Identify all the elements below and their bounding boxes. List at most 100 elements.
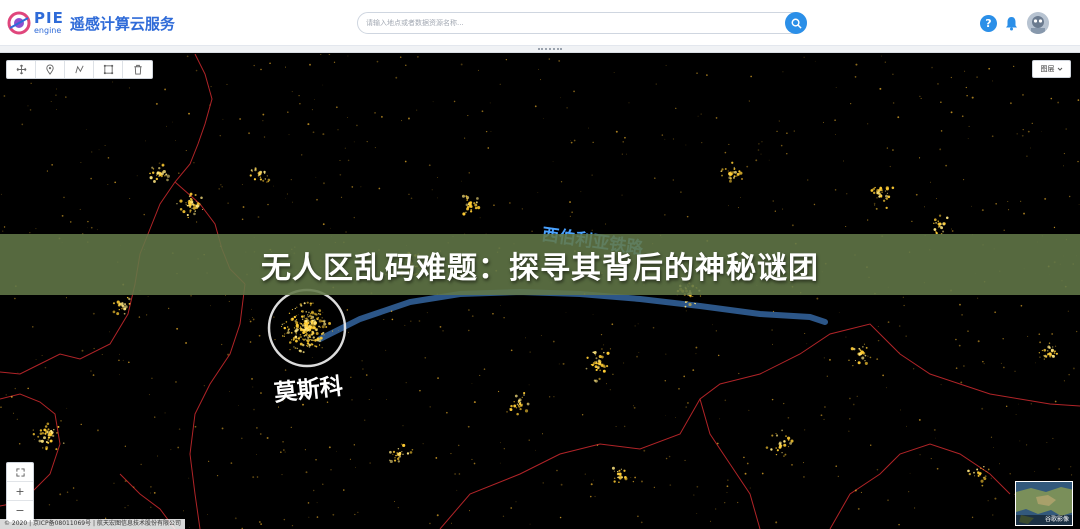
city-light — [309, 336, 312, 338]
city-light — [112, 310, 116, 314]
city-light — [366, 141, 368, 143]
city-light — [293, 346, 295, 348]
city-light — [477, 206, 481, 210]
city-light — [505, 59, 508, 61]
city-light — [45, 440, 48, 443]
city-light — [685, 310, 687, 312]
city-light — [586, 356, 589, 359]
city-light — [284, 333, 286, 335]
city-light — [1054, 400, 1057, 403]
city-light — [394, 457, 396, 459]
avatar[interactable] — [1027, 12, 1049, 34]
layer-switch-button[interactable]: 图层 — [1032, 60, 1071, 78]
city-light — [1078, 204, 1080, 205]
city-light — [959, 303, 961, 306]
city-light — [374, 147, 376, 149]
city-light — [613, 71, 615, 73]
city-light — [87, 220, 89, 223]
rectangle-select-tool-button[interactable] — [94, 61, 123, 78]
city-light — [632, 405, 634, 407]
city-light — [1017, 403, 1019, 405]
city-light — [864, 354, 867, 357]
search-button[interactable] — [785, 12, 807, 34]
city-light — [285, 197, 286, 199]
city-light — [1015, 413, 1017, 415]
city-light — [167, 307, 170, 310]
city-light — [540, 79, 542, 81]
minimap[interactable]: 谷歌影像 — [1015, 481, 1073, 526]
city-light — [737, 207, 739, 209]
city-light — [284, 451, 286, 453]
city-light — [543, 118, 544, 119]
city-light — [241, 218, 244, 221]
city-light — [641, 480, 643, 483]
city-light — [634, 325, 636, 327]
city-light — [79, 208, 81, 211]
city-light — [640, 521, 643, 524]
city-light — [308, 314, 312, 318]
city-light — [303, 316, 305, 318]
city-light — [469, 510, 471, 512]
app-title: 遥感计算云服务 — [69, 14, 175, 33]
measure-tool-button[interactable] — [65, 61, 94, 78]
city-light — [900, 409, 901, 411]
city-light — [770, 448, 773, 451]
bell-icon[interactable] — [1003, 15, 1020, 32]
city-light — [32, 433, 35, 436]
city-light — [961, 314, 963, 316]
city-light — [293, 315, 297, 319]
city-light — [299, 342, 303, 346]
city-light — [76, 499, 78, 501]
delete-tool-button[interactable] — [123, 61, 152, 78]
city-light — [537, 68, 540, 71]
city-light — [1009, 102, 1012, 105]
title-banner: 无人区乱码难题：探寻其背后的神秘谜团 — [0, 234, 1080, 295]
city-light — [869, 356, 872, 359]
city-light — [861, 356, 865, 360]
city-light — [628, 102, 630, 104]
city-light — [1002, 338, 1004, 340]
city-light — [885, 206, 888, 210]
zoom-out-button[interactable]: − — [7, 501, 33, 520]
city-light — [976, 76, 978, 78]
city-light — [189, 210, 192, 213]
city-light — [909, 472, 911, 474]
city-light — [597, 368, 599, 370]
logo[interactable]: PIE engine 遥感计算云服务 — [6, 9, 175, 37]
city-light — [62, 442, 65, 444]
search-input[interactable] — [366, 15, 786, 31]
city-light — [328, 322, 332, 325]
city-light — [919, 454, 921, 456]
city-light — [920, 97, 922, 99]
fullscreen-button[interactable] — [7, 463, 33, 482]
pan-tool-button[interactable] — [7, 61, 36, 78]
city-light — [523, 394, 525, 396]
zoom-in-button[interactable]: + — [7, 482, 33, 501]
marker-tool-button[interactable] — [36, 61, 65, 78]
city-light — [333, 61, 336, 63]
city-light — [5, 394, 7, 396]
city-light — [107, 184, 109, 185]
city-light — [164, 175, 166, 177]
city-light — [456, 489, 458, 491]
city-light — [758, 143, 760, 145]
city-light — [509, 408, 513, 412]
city-light — [422, 443, 424, 445]
map-view[interactable]: 西伯利亚铁路 莫斯科 — [0, 54, 1080, 529]
city-light — [43, 428, 47, 432]
city-light — [611, 466, 615, 470]
city-light — [569, 140, 571, 141]
city-light — [340, 196, 343, 198]
city-light — [18, 443, 21, 445]
city-light — [386, 398, 387, 400]
city-light — [529, 523, 531, 525]
city-light — [188, 195, 191, 198]
city-light — [620, 468, 622, 470]
city-light — [457, 444, 460, 447]
header-collapse-bar[interactable] — [0, 46, 1080, 53]
city-light — [493, 204, 495, 206]
copyright-text: © 2020 | 京ICP备08011069号 | 航天宏图信息技术股份有限公司 — [0, 519, 185, 529]
city-light — [664, 214, 666, 216]
city-light — [903, 304, 905, 307]
help-icon[interactable]: ? — [980, 15, 997, 32]
